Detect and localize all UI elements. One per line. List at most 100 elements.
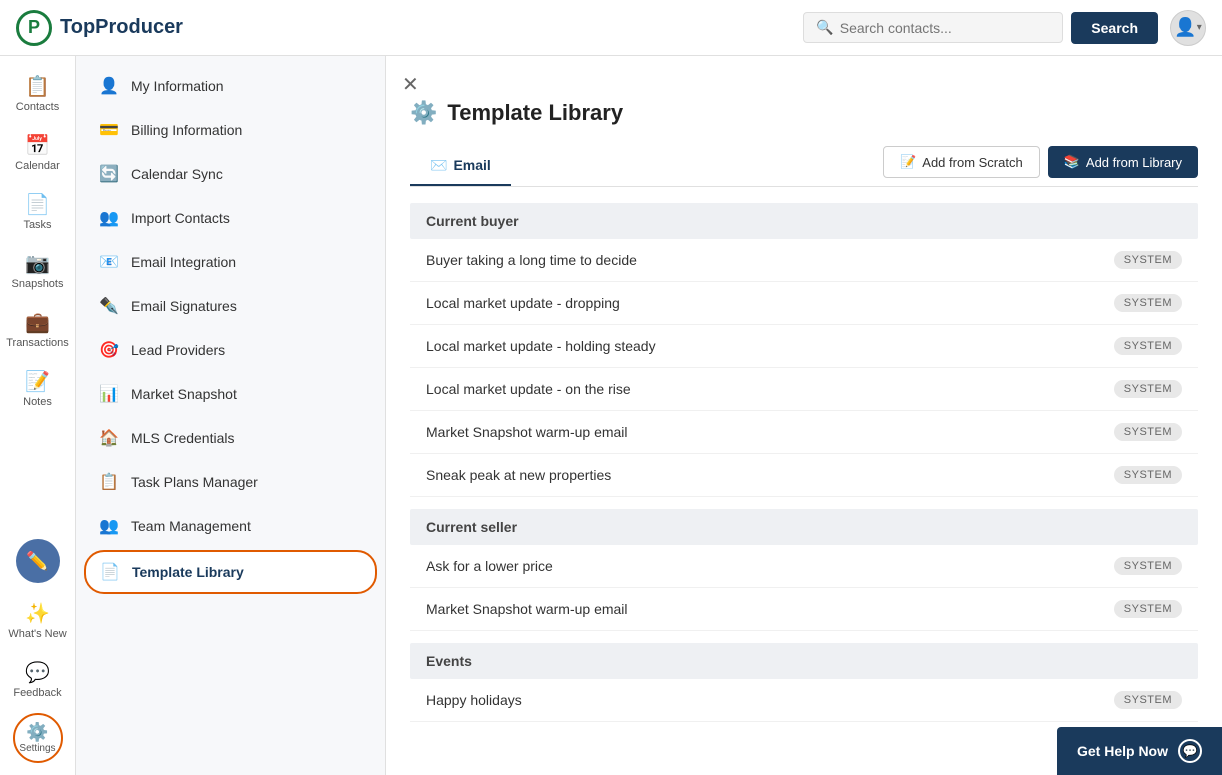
template-row[interactable]: Local market update - on the riseSYSTEM [410,368,1198,411]
sidebar-item-email-integration[interactable]: 📧 Email Integration [76,240,385,284]
sidebar-item-billing-information[interactable]: 💳 Billing Information [76,108,385,152]
sidebar-item-my-information[interactable]: 👤 My Information [76,64,385,108]
settings-icon: ⚙️ [26,722,48,743]
template-row[interactable]: Market Snapshot warm-up email SYSTEM [410,411,1198,454]
template-section: Current buyerBuyer taking a long time to… [410,203,1198,497]
search-button[interactable]: Search [1071,12,1158,44]
sidebar-item-task-plans-manager[interactable]: 📋 Task Plans Manager [76,460,385,504]
search-icon: 🔍 [816,19,833,36]
billing-label: Billing Information [131,122,242,138]
whats-new-label: What's New [8,628,66,640]
template-row[interactable]: Sneak peak at new propertiesSYSTEM [410,454,1198,497]
email-signatures-icon: ✒️ [99,296,119,316]
my-information-label: My Information [131,78,224,94]
sidebar-item-transactions[interactable]: 💼 Transactions [0,302,75,357]
sidebar-item-team-management[interactable]: 👥 Team Management [76,504,385,548]
system-badge: SYSTEM [1114,466,1182,484]
chevron-down-icon: ▾ [1197,22,1202,33]
template-section: EventsHappy holidaysSYSTEM [410,643,1198,722]
template-library-icon: 📄 [100,562,120,582]
template-row[interactable]: Ask for a lower priceSYSTEM [410,545,1198,588]
help-widget[interactable]: Get Help Now 💬 [1057,727,1222,775]
close-button[interactable]: ✕ [402,72,419,97]
tab-email[interactable]: ✉️ Email [410,147,511,186]
notes-icon: 📝 [25,369,50,394]
search-input[interactable] [840,20,1051,36]
contacts-label: Contacts [16,101,59,113]
system-badge: SYSTEM [1114,600,1182,618]
logo-circle: P [16,10,52,46]
user-avatar-button[interactable]: 👤 ▾ [1170,10,1206,46]
sidebar-item-template-library[interactable]: 📄 Template Library [84,550,377,594]
library-label: Add from Library [1086,155,1182,170]
chat-icon: 💬 [1178,739,1202,763]
team-management-icon: 👥 [99,516,119,536]
transactions-label: Transactions [6,337,69,349]
sidebar-item-mls-credentials[interactable]: 🏠 MLS Credentials [76,416,385,460]
template-library-header-icon: ⚙️ [410,100,437,126]
page-header: ⚙️ Template Library [410,96,1198,126]
settings-button[interactable]: ⚙️ Settings [13,713,63,763]
tasks-icon: 📄 [25,192,50,217]
edit-icon: ✏️ [26,551,48,572]
system-badge: SYSTEM [1114,380,1182,398]
section-header: Current seller [410,509,1198,545]
my-information-icon: 👤 [99,76,119,96]
scratch-icon: 📝 [900,154,916,170]
task-plans-label: Task Plans Manager [131,474,258,490]
sidebar-item-whats-new[interactable]: ✨ What's New [0,593,75,648]
sidebar-item-lead-providers[interactable]: 🎯 Lead Providers [76,328,385,372]
notes-label: Notes [23,396,52,408]
calendar-label: Calendar [15,160,60,172]
snapshots-label: Snapshots [12,278,64,290]
system-badge: SYSTEM [1114,691,1182,709]
sidebar-item-calendar-sync[interactable]: 🔄 Calendar Sync [76,152,385,196]
page-title: Template Library [447,100,623,126]
transactions-icon: 💼 [25,310,50,335]
mls-credentials-label: MLS Credentials [131,430,235,446]
add-from-scratch-button[interactable]: 📝 Add from Scratch [883,146,1040,178]
sidebar-item-feedback[interactable]: 💬 Feedback [0,652,75,707]
sidebar-item-import-contacts[interactable]: 👥 Import Contacts [76,196,385,240]
scratch-label: Add from Scratch [922,155,1022,170]
calendar-icon: 📅 [25,133,50,158]
section-header: Events [410,643,1198,679]
logo-p-letter: P [28,17,40,38]
template-row[interactable]: Local market update - holding steadySYST… [410,325,1198,368]
library-icon: 📚 [1064,154,1080,170]
template-row-label: Market Snapshot warm-up email [426,424,628,440]
whats-new-icon: ✨ [25,601,50,626]
sidebar-item-market-snapshot[interactable]: 📊 Market Snapshot [76,372,385,416]
sidebar-item-tasks[interactable]: 📄 Tasks [0,184,75,239]
main-content: ✕ ⚙️ Template Library ✉️ Email 📝 Add fro… [386,56,1222,775]
logo-text: TopProducer [60,16,183,39]
system-badge: SYSTEM [1114,557,1182,575]
calendar-sync-label: Calendar Sync [131,166,223,182]
template-row-label: Local market update - holding steady [426,338,656,354]
sidebar-item-contacts[interactable]: 📋 Contacts [0,66,75,121]
mls-credentials-icon: 🏠 [99,428,119,448]
edit-button[interactable]: ✏️ [16,539,60,583]
left-navigation: 📋 Contacts 📅 Calendar 📄 Tasks 📷 Snapshot… [0,56,76,775]
template-row[interactable]: Market Snapshot warm-up emailSYSTEM [410,588,1198,631]
settings-label: Settings [19,743,55,754]
system-badge: SYSTEM [1114,251,1182,269]
add-from-library-button[interactable]: 📚 Add from Library [1048,146,1198,178]
template-sections: Current buyerBuyer taking a long time to… [410,203,1198,722]
template-row[interactable]: Happy holidaysSYSTEM [410,679,1198,722]
market-snapshot-label: Market Snapshot [131,386,237,402]
sidebar-item-notes[interactable]: 📝 Notes [0,361,75,416]
import-contacts-icon: 👥 [99,208,119,228]
snapshots-icon: 📷 [25,251,50,276]
tabs-bar: ✉️ Email 📝 Add from Scratch 📚 Add from L… [410,146,1198,187]
system-badge: SYSTEM [1114,423,1182,441]
template-row[interactable]: Local market update - droppingSYSTEM [410,282,1198,325]
email-tab-icon: ✉️ [430,157,447,174]
team-management-label: Team Management [131,518,251,534]
lead-providers-label: Lead Providers [131,342,225,358]
sidebar-item-email-signatures[interactable]: ✒️ Email Signatures [76,284,385,328]
template-row[interactable]: Buyer taking a long time to decideSYSTEM [410,239,1198,282]
sidebar-item-calendar[interactable]: 📅 Calendar [0,125,75,180]
template-section: Current sellerAsk for a lower priceSYSTE… [410,509,1198,631]
sidebar-item-snapshots[interactable]: 📷 Snapshots [0,243,75,298]
